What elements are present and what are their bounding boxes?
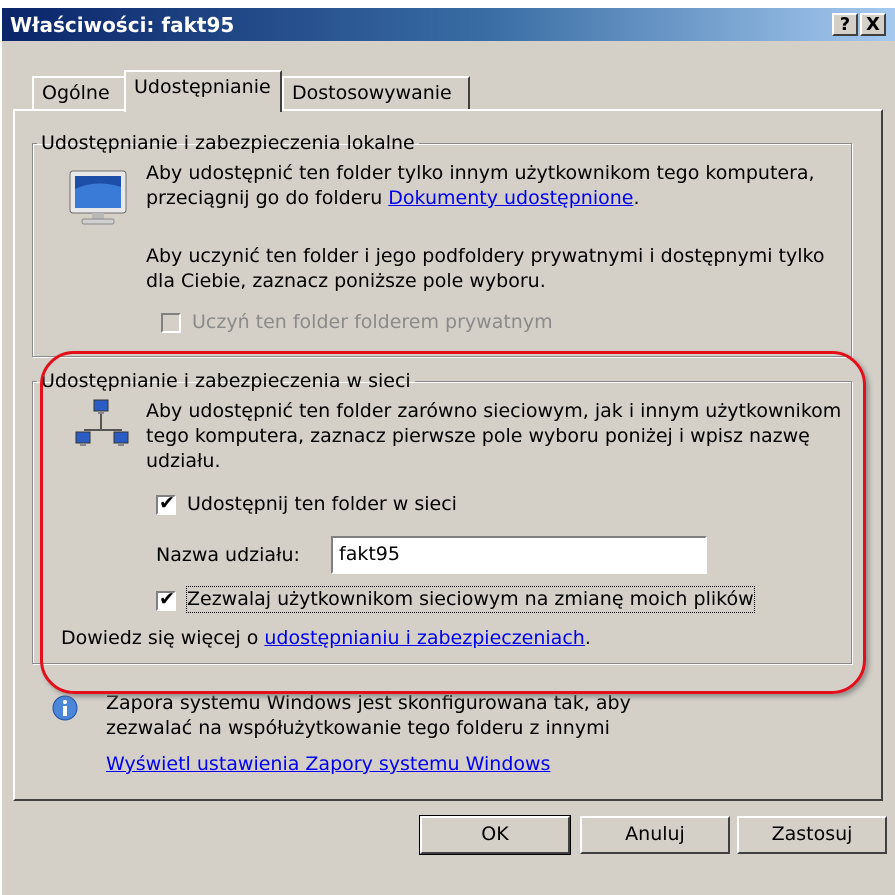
private-folder-checkbox-label: Uczyń ten folder folderem prywatnym	[192, 311, 553, 333]
firewall-settings-link[interactable]: Wyświetl ustawienia Zapory systemu Windo…	[106, 753, 550, 775]
tab-customize-label: Dostosowywanie	[292, 82, 452, 104]
firewall-info-line2: zezwalać na współużytkowanie tego folder…	[106, 717, 610, 739]
tab-general[interactable]: Ogólne	[32, 76, 126, 110]
tab-customize[interactable]: Dostosowywanie	[282, 76, 470, 110]
private-info-line2: dla Ciebie, zaznacz poniższe pole wyboru…	[146, 270, 546, 292]
local-info-line2-suffix: .	[633, 187, 640, 209]
local-info-line2: przeciągnij go do folderu Dokumenty udos…	[146, 186, 640, 211]
private-info-line1: Aby uczynić ten folder i jego podfoldery…	[146, 245, 825, 267]
ok-button[interactable]: OK	[419, 815, 571, 855]
help-button[interactable]: ?	[832, 13, 858, 36]
window-title: Właściwości: fakt95	[10, 13, 235, 37]
ok-button-label: OK	[481, 823, 509, 845]
close-icon: X	[866, 14, 880, 35]
highlight-ring	[40, 351, 866, 694]
apply-button-label: Zastosuj	[771, 823, 853, 845]
private-folder-checkbox[interactable]	[161, 313, 181, 333]
tab-sharing[interactable]: Udostępnianie	[124, 70, 282, 112]
tab-general-label: Ogólne	[42, 82, 110, 104]
title-bar[interactable]: Właściwości: fakt95 ? X	[2, 8, 895, 41]
help-icon: ?	[839, 14, 851, 35]
apply-button[interactable]: Zastosuj	[737, 816, 887, 854]
local-info-line2-prefix: przeciągnij go do folderu	[146, 187, 389, 209]
local-sharing-group-title: Udostępnianie i zabezpieczenia lokalne	[41, 132, 415, 154]
info-icon	[51, 694, 79, 722]
close-button[interactable]: X	[860, 13, 886, 36]
local-info-line1: Aby udostępnić ten folder tylko innym uż…	[146, 162, 815, 184]
cancel-button-label: Anuluj	[625, 823, 685, 845]
cancel-button[interactable]: Anuluj	[580, 816, 730, 854]
monitor-icon	[66, 169, 130, 229]
firewall-settings-link-row: Wyświetl ustawienia Zapory systemu Windo…	[106, 752, 550, 777]
tab-sharing-label: Udostępnianie	[134, 76, 271, 98]
shared-documents-link[interactable]: Dokumenty udostępnione	[388, 187, 633, 209]
firewall-info-line1: Zapora systemu Windows jest skonfigurowa…	[106, 692, 631, 714]
